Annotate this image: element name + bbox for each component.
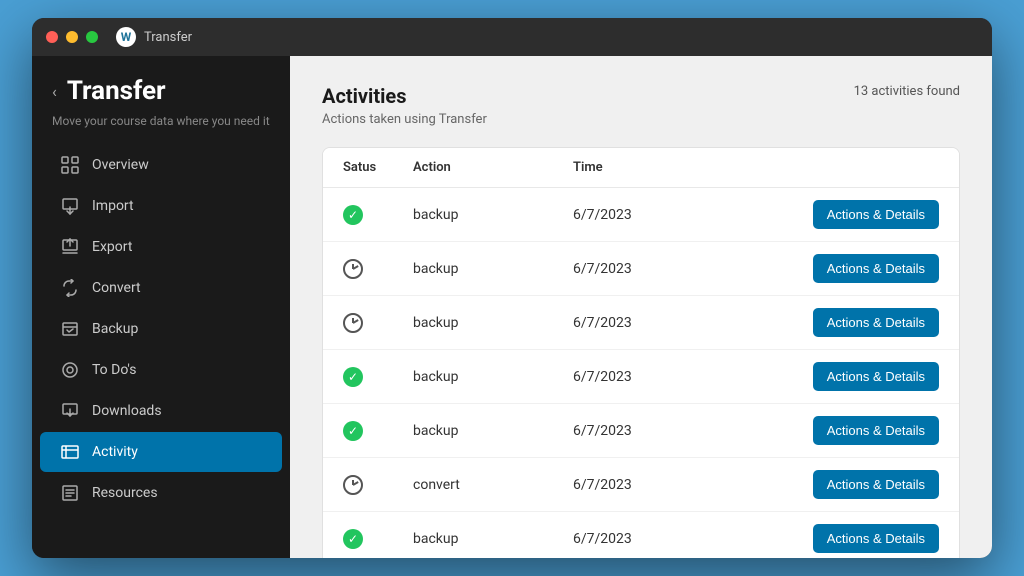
wp-logo: W [116,27,136,47]
clock-icon [343,475,363,495]
status-cell: ✓ [343,367,413,387]
downloads-icon [60,401,80,421]
sidebar-item-overview[interactable]: Overview [40,145,282,185]
sidebar-item-label-resources: Resources [92,485,158,501]
page-header-left: Activities Actions taken using Transfer [322,84,487,127]
actions-details-button[interactable]: Actions & Details [813,362,939,391]
page-subtitle: Actions taken using Transfer [322,112,487,127]
table-row: ✓ backup 6/7/2023 Actions & Details [323,350,959,404]
time-cell: 6/7/2023 [573,531,759,547]
window-title: Transfer [144,30,192,45]
actions-details-button[interactable]: Actions & Details [813,416,939,445]
action-cell: backup [413,531,573,547]
import-icon [60,196,80,216]
actions-details-button[interactable]: Actions & Details [813,200,939,229]
actions-details-button[interactable]: Actions & Details [813,470,939,499]
action-cell: backup [413,315,573,331]
sidebar-title: Transfer [67,76,166,106]
status-cell: ✓ [343,421,413,441]
close-button[interactable] [46,31,58,43]
col-actions [759,160,939,175]
activities-count: 13 activities found [854,84,960,99]
sidebar: ‹ Transfer Move your course data where y… [32,56,290,558]
sidebar-item-activity[interactable]: Activity [40,432,282,472]
sidebar-item-label-export: Export [92,239,132,255]
sidebar-item-label-activity: Activity [92,444,138,460]
table-row: ✓ backup 6/7/2023 Actions & Details [323,404,959,458]
table-row: backup 6/7/2023 Actions & Details [323,296,959,350]
sidebar-item-downloads[interactable]: Downloads [40,391,282,431]
action-cell: backup [413,369,573,385]
sidebar-item-label-overview: Overview [92,157,149,173]
check-icon: ✓ [343,529,363,549]
status-cell: ✓ [343,205,413,225]
sidebar-item-label-todos: To Do's [92,362,137,378]
titlebar: W Transfer [32,18,992,56]
status-cell: ✓ [343,529,413,549]
status-cell [343,259,413,279]
action-cell: convert [413,477,573,493]
time-cell: 6/7/2023 [573,423,759,439]
convert-icon [60,278,80,298]
sidebar-item-export[interactable]: Export [40,227,282,267]
sidebar-item-convert[interactable]: Convert [40,268,282,308]
sidebar-item-label-downloads: Downloads [92,403,162,419]
sidebar-item-todos[interactable]: To Do's [40,350,282,390]
action-cell: backup [413,423,573,439]
status-cell [343,313,413,333]
check-icon: ✓ [343,367,363,387]
status-cell [343,475,413,495]
col-status: Satus [343,160,413,175]
todos-icon [60,360,80,380]
maximize-button[interactable] [86,31,98,43]
overview-icon [60,155,80,175]
clock-icon [343,259,363,279]
sidebar-subtitle: Move your course data where you need it [32,114,290,144]
check-icon: ✓ [343,421,363,441]
table-header: Satus Action Time [323,148,959,188]
actions-details-button[interactable]: Actions & Details [813,308,939,337]
app-body: ‹ Transfer Move your course data where y… [32,56,992,558]
sidebar-nav: Overview Import [32,144,290,548]
sidebar-header: ‹ Transfer [32,56,290,114]
action-cell: backup [413,261,573,277]
export-icon [60,237,80,257]
minimize-button[interactable] [66,31,78,43]
sidebar-item-resources[interactable]: Resources [40,473,282,513]
page-header: Activities Actions taken using Transfer … [322,84,960,127]
sidebar-item-backup[interactable]: Backup [40,309,282,349]
back-button[interactable]: ‹ [52,82,57,101]
time-cell: 6/7/2023 [573,477,759,493]
sidebar-item-label-backup: Backup [92,321,138,337]
table-row: convert 6/7/2023 Actions & Details [323,458,959,512]
col-time: Time [573,160,759,175]
sidebar-item-import[interactable]: Import [40,186,282,226]
time-cell: 6/7/2023 [573,369,759,385]
actions-details-button[interactable]: Actions & Details [813,254,939,283]
action-cell: backup [413,207,573,223]
time-cell: 6/7/2023 [573,261,759,277]
sidebar-item-label-convert: Convert [92,280,141,296]
time-cell: 6/7/2023 [573,207,759,223]
page-title: Activities [322,84,487,108]
main-content: Activities Actions taken using Transfer … [290,56,992,558]
table-row: ✓ backup 6/7/2023 Actions & Details [323,188,959,242]
time-cell: 6/7/2023 [573,315,759,331]
sidebar-item-label-import: Import [92,198,134,214]
backup-icon [60,319,80,339]
app-window: W Transfer ‹ Transfer Move your course d… [32,18,992,558]
activities-table: Satus Action Time ✓ backup 6/7/2023 Acti… [322,147,960,558]
col-action: Action [413,160,573,175]
clock-icon [343,313,363,333]
activity-icon [60,442,80,462]
table-row: ✓ backup 6/7/2023 Actions & Details [323,512,959,558]
resources-icon [60,483,80,503]
actions-details-button[interactable]: Actions & Details [813,524,939,553]
table-row: backup 6/7/2023 Actions & Details [323,242,959,296]
check-icon: ✓ [343,205,363,225]
